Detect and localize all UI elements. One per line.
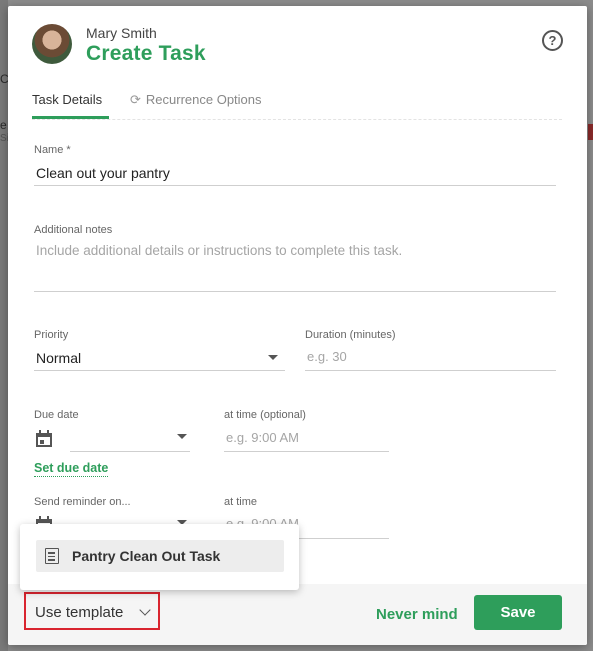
dialog-header: Mary Smith Create Task ? bbox=[8, 6, 587, 76]
due-time-label: at time (optional) bbox=[224, 409, 306, 421]
backdrop bbox=[0, 0, 8, 651]
due-time-underline bbox=[224, 451, 389, 452]
name-input[interactable]: Clean out your pantry bbox=[36, 165, 170, 181]
set-due-date-link[interactable]: Set due date bbox=[34, 461, 109, 477]
tab-recurrence-options[interactable]: ⟳ Recurrence Options bbox=[130, 92, 262, 108]
save-button[interactable]: Save bbox=[474, 595, 562, 630]
notes-textarea[interactable]: Include additional details or instructio… bbox=[36, 243, 402, 258]
tab-bar: Task Details ⟳ Recurrence Options bbox=[8, 86, 587, 120]
due-date-underline bbox=[70, 451, 190, 452]
chevron-down-icon bbox=[139, 604, 151, 616]
refresh-icon: ⟳ bbox=[130, 92, 141, 107]
help-icon[interactable]: ? bbox=[542, 30, 563, 51]
due-date-select[interactable] bbox=[70, 426, 190, 452]
priority-label: Priority bbox=[34, 329, 69, 341]
template-item-label: Pantry Clean Out Task bbox=[72, 548, 221, 564]
template-menu-item[interactable]: Pantry Clean Out Task bbox=[36, 540, 284, 572]
dialog-title: Create Task bbox=[86, 42, 206, 65]
background-badge bbox=[588, 124, 593, 140]
tab-task-details[interactable]: Task Details bbox=[32, 92, 102, 107]
due-date-label: Due date bbox=[34, 409, 79, 421]
background-fragment: e bbox=[0, 118, 7, 132]
priority-underline bbox=[34, 370, 285, 371]
template-menu: Pantry Clean Out Task bbox=[20, 524, 299, 590]
avatar bbox=[32, 24, 72, 64]
notes-label: Additional notes bbox=[34, 224, 113, 236]
user-name: Mary Smith bbox=[86, 25, 157, 41]
reminder-time-label: at time bbox=[224, 496, 258, 508]
calendar-icon[interactable] bbox=[35, 430, 53, 448]
duration-input[interactable]: e.g. 30 bbox=[307, 349, 347, 364]
chevron-down-icon[interactable] bbox=[268, 355, 278, 360]
dialog-footer: Use template Never mind Save bbox=[8, 584, 587, 645]
priority-select[interactable]: Normal bbox=[36, 350, 81, 366]
duration-underline bbox=[305, 370, 556, 371]
name-underline bbox=[34, 185, 556, 186]
use-template-label: Use template bbox=[35, 604, 124, 621]
document-icon bbox=[45, 548, 59, 564]
duration-label: Duration (minutes) bbox=[305, 329, 396, 341]
chevron-down-icon[interactable] bbox=[177, 434, 187, 439]
tab-recurrence-label: Recurrence Options bbox=[145, 92, 262, 107]
tabs-divider bbox=[32, 119, 562, 120]
create-task-dialog: Mary Smith Create Task ? Task Details ⟳ R… bbox=[8, 6, 587, 645]
reminder-label: Send reminder on... bbox=[34, 496, 131, 508]
use-template-button[interactable]: Use template bbox=[24, 592, 160, 630]
never-mind-button[interactable]: Never mind bbox=[376, 606, 458, 623]
notes-underline bbox=[34, 291, 556, 292]
due-time-input[interactable]: e.g. 9:00 AM bbox=[226, 430, 299, 445]
name-label: Name * bbox=[34, 144, 71, 156]
